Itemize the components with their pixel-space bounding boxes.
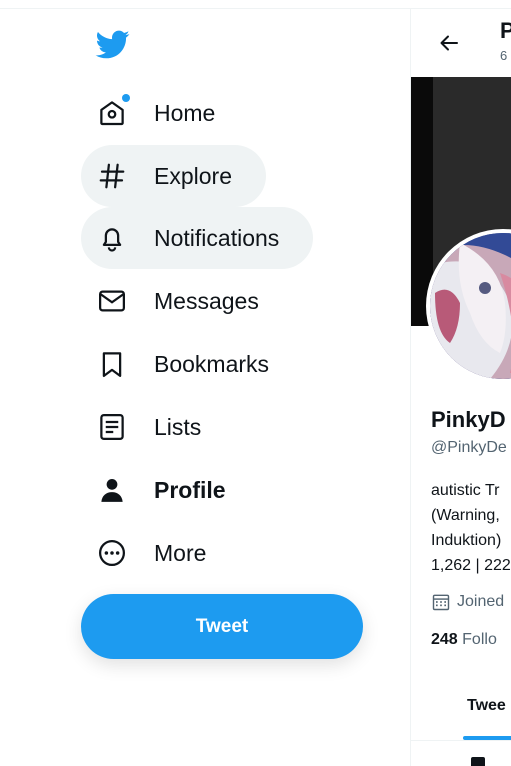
header-title: P (500, 18, 511, 43)
bell-icon (96, 222, 128, 254)
following-count: 248 (431, 631, 458, 648)
feed-item-peek (471, 757, 485, 766)
profile-display-name: PinkyD (431, 407, 506, 432)
tabs-divider (411, 740, 511, 741)
person-icon (96, 474, 128, 506)
sidebar-item-label: Bookmarks (154, 351, 270, 377)
bookmark-icon (96, 348, 128, 380)
tab-tweets[interactable]: Twee (467, 697, 506, 715)
hashtag-icon (96, 160, 128, 192)
sidebar: Home Explore Notifications Messages Book… (0, 9, 410, 766)
sidebar-item-explore[interactable]: Explore (81, 145, 266, 207)
profile-bio: autistic Tr (Warning, Induktion) 1,262 |… (431, 478, 511, 578)
sidebar-item-more[interactable]: More (81, 522, 240, 584)
sidebar-item-lists[interactable]: Lists (81, 396, 235, 458)
sidebar-item-bookmarks[interactable]: Bookmarks (81, 333, 303, 395)
following-label: Follo (462, 631, 497, 648)
sidebar-item-label: Notifications (154, 225, 280, 251)
home-icon (96, 94, 130, 129)
list-icon (96, 411, 128, 443)
sidebar-item-label: Messages (154, 288, 259, 314)
bio-line: 1,262 | 222 (431, 557, 511, 574)
twitter-logo-icon[interactable] (94, 27, 132, 61)
profile-handle: @PinkyDe (431, 439, 507, 456)
tweet-button[interactable]: Tweet (81, 594, 363, 659)
sidebar-item-label: Profile (154, 477, 226, 503)
calendar-icon (432, 594, 450, 611)
more-circle-icon (96, 537, 128, 569)
sidebar-item-profile[interactable]: Profile (81, 459, 260, 521)
tweet-count: 6 (500, 48, 508, 63)
profile-column: P 6 PinkyD @PinkyDe autistic Tr (Warning… (411, 9, 511, 766)
back-arrow-icon[interactable] (433, 27, 465, 59)
following-link[interactable]: 248 Follo (431, 631, 497, 649)
notification-badge (122, 94, 130, 102)
bio-line: Induktion) (431, 532, 502, 549)
sidebar-item-notifications[interactable]: Notifications (81, 207, 314, 269)
sidebar-item-label: Explore (154, 163, 232, 189)
envelope-icon (96, 285, 128, 317)
bio-line: (Warning, (431, 507, 500, 524)
sidebar-item-messages[interactable]: Messages (81, 270, 293, 332)
sidebar-item-label: More (154, 540, 207, 566)
bio-line: autistic Tr (431, 482, 500, 499)
profile-joined: Joined (431, 592, 504, 612)
sidebar-item-label: Home (154, 100, 216, 126)
joined-label: Joined (457, 593, 505, 610)
sidebar-item-label: Lists (154, 414, 202, 440)
sidebar-item-home[interactable]: Home (81, 82, 249, 144)
